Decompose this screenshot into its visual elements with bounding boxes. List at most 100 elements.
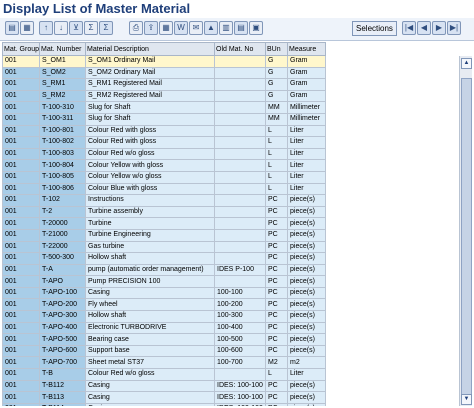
table-row[interactable]: 001 T-APO-200 Fly wheel 100-200 PC piece(s) bbox=[2, 298, 326, 312]
table-cell[interactable]: 001 bbox=[2, 78, 40, 91]
table-cell[interactable]: 100-100 bbox=[214, 286, 266, 300]
table-cell[interactable]: Colour Red w/o gloss bbox=[85, 368, 215, 381]
table-cell[interactable]: 100-200 bbox=[214, 298, 266, 312]
table-cell[interactable]: IDES: 100-100 bbox=[214, 402, 266, 406]
table-cell[interactable]: PC bbox=[265, 379, 288, 393]
table-cell[interactable]: PC bbox=[265, 252, 288, 265]
table-cell[interactable]: Gas turbine bbox=[85, 240, 215, 254]
table-cell[interactable]: T-B bbox=[39, 368, 86, 381]
table-cell[interactable]: 001 bbox=[2, 147, 40, 161]
table-cell[interactable]: MM bbox=[265, 101, 288, 114]
select-layout-icon[interactable]: ▤ bbox=[234, 21, 248, 35]
table-cell[interactable]: S_OM1 bbox=[39, 55, 86, 68]
table-cell[interactable]: piece(s) bbox=[287, 275, 326, 288]
table-cell[interactable]: Liter bbox=[287, 136, 326, 149]
table-cell[interactable]: piece(s) bbox=[287, 194, 326, 207]
table-cell[interactable]: 001 bbox=[2, 124, 40, 138]
table-cell[interactable]: T-22000 bbox=[39, 240, 86, 254]
vertical-scrollbar[interactable]: ▲ ▼ bbox=[459, 56, 472, 406]
table-row[interactable]: 001 T-100-803 Colour Red w/o gloss L Liter bbox=[2, 147, 326, 161]
column-header[interactable]: Mat. Group bbox=[2, 42, 40, 56]
table-cell[interactable]: G bbox=[265, 66, 288, 80]
table-cell[interactable]: T-APO-200 bbox=[39, 298, 86, 312]
table-cell[interactable]: L bbox=[265, 147, 288, 161]
table-cell[interactable]: piece(s) bbox=[287, 240, 326, 254]
table-cell[interactable]: Colour Red with gloss bbox=[85, 136, 215, 149]
table-cell[interactable]: piece(s) bbox=[287, 321, 326, 335]
first-page-icon[interactable]: |◀ bbox=[402, 21, 416, 35]
table-cell[interactable]: S_RM1 Registered Mail bbox=[85, 78, 215, 91]
table-cell[interactable]: L bbox=[265, 124, 288, 138]
table-row[interactable]: 001 T-100-311 Slug for Shaft MM Millimeter bbox=[2, 112, 326, 126]
table-cell[interactable]: 001 bbox=[2, 136, 40, 149]
table-cell[interactable]: 001 bbox=[2, 228, 40, 242]
table-cell[interactable]: Casing bbox=[85, 286, 215, 300]
table-cell[interactable]: Hollow shaft bbox=[85, 310, 215, 323]
table-cell[interactable]: 001 bbox=[2, 252, 40, 265]
table-cell[interactable]: T-100-802 bbox=[39, 136, 86, 149]
previous-page-icon[interactable]: ◀ bbox=[417, 21, 431, 35]
table-cell[interactable]: Casing bbox=[85, 379, 215, 393]
table-cell[interactable]: Sheet metal ST37 bbox=[85, 356, 215, 370]
table-cell[interactable]: IDES: 100-100 bbox=[214, 391, 266, 404]
table-cell[interactable]: S_OM2 bbox=[39, 66, 86, 80]
table-cell[interactable]: piece(s) bbox=[287, 252, 326, 265]
table-cell[interactable]: T-20000 bbox=[39, 217, 86, 230]
table-cell[interactable] bbox=[214, 112, 266, 126]
table-cell[interactable]: Liter bbox=[287, 368, 326, 381]
table-cell[interactable]: PC bbox=[265, 321, 288, 335]
filter-icon[interactable]: ⊻ bbox=[69, 21, 83, 35]
save-layout-icon[interactable]: ▣ bbox=[249, 21, 263, 35]
table-cell[interactable]: 100-400 bbox=[214, 321, 266, 335]
table-cell[interactable]: Colour Yellow with gloss bbox=[85, 159, 215, 172]
table-cell[interactable]: 001 bbox=[2, 286, 40, 300]
table-cell[interactable]: piece(s) bbox=[287, 310, 326, 323]
table-cell[interactable]: 100-300 bbox=[214, 310, 266, 323]
table-cell[interactable]: Electronic TURBODRIVE bbox=[85, 321, 215, 335]
table-row[interactable]: 001 S_RM2 S_RM2 Registered Mail G Gram bbox=[2, 89, 326, 103]
table-cell[interactable]: 100-600 bbox=[214, 344, 266, 358]
table-cell[interactable]: 001 bbox=[2, 368, 40, 381]
table-cell[interactable]: 001 bbox=[2, 298, 40, 312]
table-row[interactable]: 001 T-100-310 Slug for Shaft MM Millimeter bbox=[2, 101, 326, 114]
table-row[interactable]: 001 T-102 Instructions PC piece(s) bbox=[2, 194, 326, 207]
table-row[interactable]: 001 T-APO-400 Electronic TURBODRIVE 100-400… bbox=[2, 321, 326, 335]
table-cell[interactable]: T-APO-500 bbox=[39, 333, 86, 346]
table-cell[interactable] bbox=[214, 252, 266, 265]
table-cell[interactable]: 001 bbox=[2, 205, 40, 219]
table-cell[interactable] bbox=[214, 240, 266, 254]
table-cell[interactable]: Casing bbox=[85, 402, 215, 406]
table-cell[interactable] bbox=[214, 368, 266, 381]
table-cell[interactable]: Colour Blue with gloss bbox=[85, 182, 215, 196]
table-cell[interactable]: Gram bbox=[287, 89, 326, 103]
table-cell[interactable]: T-2 bbox=[39, 205, 86, 219]
table-cell[interactable]: T-102 bbox=[39, 194, 86, 207]
table-cell[interactable]: S_RM1 bbox=[39, 78, 86, 91]
table-row[interactable]: 001 S_OM2 S_OM2 Ordinary Mail G Gram bbox=[2, 66, 326, 80]
table-cell[interactable]: m2 bbox=[287, 356, 326, 370]
table-cell[interactable]: IDES: 100-100 bbox=[214, 379, 266, 393]
table-row[interactable]: 001 S_OM1 S_OM1 Ordinary Mail G Gram bbox=[2, 55, 326, 68]
table-cell[interactable]: 001 bbox=[2, 263, 40, 277]
table-cell[interactable] bbox=[214, 55, 266, 68]
scroll-up-icon[interactable]: ▲ bbox=[461, 58, 472, 69]
table-cell[interactable]: Turbine Engineering bbox=[85, 228, 215, 242]
table-cell[interactable]: Millimeter bbox=[287, 112, 326, 126]
table-row[interactable]: 001 T-22000 Gas turbine PC piece(s) bbox=[2, 240, 326, 254]
table-row[interactable]: 001 T-APO Pump PRECISION 100 PC piece(s) bbox=[2, 275, 326, 288]
graphic-icon[interactable]: ▲ bbox=[204, 21, 218, 35]
table-cell[interactable]: T-APO-700 bbox=[39, 356, 86, 370]
table-row[interactable]: 001 T-500-300 Hollow shaft PC piece(s) bbox=[2, 252, 326, 265]
table-cell[interactable]: Millimeter bbox=[287, 101, 326, 114]
table-cell[interactable]: S_OM1 Ordinary Mail bbox=[85, 55, 215, 68]
table-cell[interactable]: L bbox=[265, 182, 288, 196]
table-cell[interactable]: Liter bbox=[287, 159, 326, 172]
table-cell[interactable]: 001 bbox=[2, 310, 40, 323]
table-row[interactable]: 001 T-100-806 Colour Blue with gloss L Liter bbox=[2, 182, 326, 196]
table-cell[interactable]: PC bbox=[265, 298, 288, 312]
table-row[interactable]: 001 T-APO-500 Bearing case 100-500 PC piece(s… bbox=[2, 333, 326, 346]
table-cell[interactable]: pump (automatic order management) bbox=[85, 263, 215, 277]
next-page-icon[interactable]: ▶ bbox=[432, 21, 446, 35]
table-row[interactable]: 001T-B114CasingIDES: 100-100PCpiece(s) bbox=[2, 402, 326, 406]
select-icon[interactable]: ▦ bbox=[20, 21, 34, 35]
